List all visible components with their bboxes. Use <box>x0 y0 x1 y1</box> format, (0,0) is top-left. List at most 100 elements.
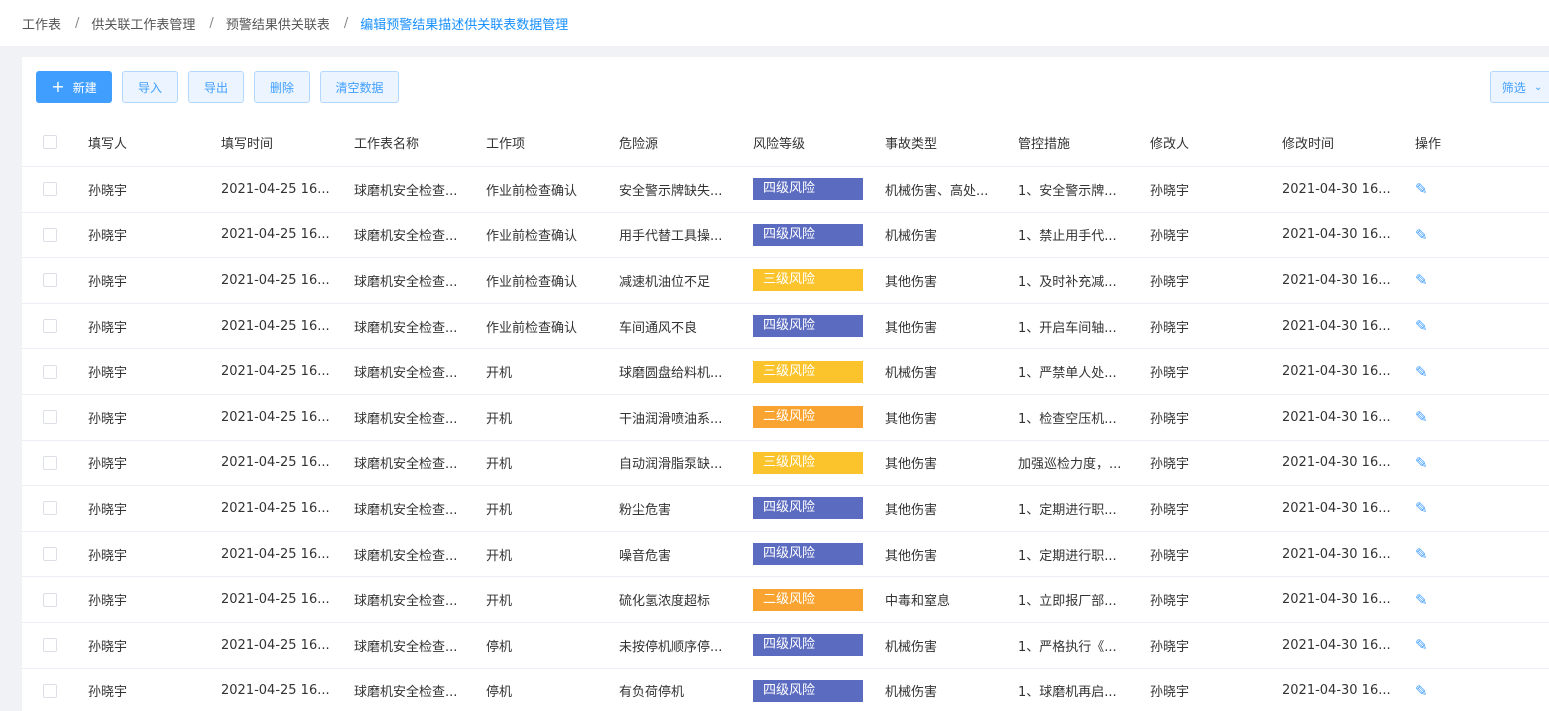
cell-fill-time: 2021-04-25 16... <box>221 455 330 471</box>
risk-level-badge: 四级风险 <box>753 315 863 338</box>
column-header-actions: 操作 <box>1415 136 1442 152</box>
cell-filler: 孙晓宇 <box>88 457 128 473</box>
import-button[interactable]: 导入 <box>122 71 178 103</box>
breadcrumb-separator: / <box>343 15 349 31</box>
table-row: 孙晓宇 2021-04-25 16... 球磨机安全检查... 作业前检查确认 … <box>22 258 1549 304</box>
edit-icon[interactable]: ✎ <box>1415 226 1428 244</box>
main-panel: + 新建 导入 导出 删除 清空数据 筛选 ⌄ 填写人 填写时间 工作表名称 工… <box>22 57 1549 711</box>
cell-work-item: 停机 <box>486 639 513 655</box>
cell-modify-time: 2021-04-30 16... <box>1282 546 1391 562</box>
cell-hazard: 减速机油位不足 <box>619 274 711 290</box>
cell-fill-time: 2021-04-25 16... <box>221 272 330 288</box>
select-all-checkbox[interactable] <box>43 135 57 149</box>
row-checkbox[interactable] <box>43 410 57 425</box>
cell-modify-time: 2021-04-30 16... <box>1282 318 1391 334</box>
cell-sheet-name: 球磨机安全检查... <box>354 685 458 701</box>
cell-modifier: 孙晓宇 <box>1150 685 1190 701</box>
row-checkbox[interactable] <box>43 638 57 653</box>
edit-icon[interactable]: ✎ <box>1415 180 1428 198</box>
edit-icon[interactable]: ✎ <box>1415 591 1428 609</box>
cell-modifier: 孙晓宇 <box>1150 594 1190 610</box>
cell-modify-time: 2021-04-30 16... <box>1282 637 1391 653</box>
cell-sheet-name: 球磨机安全检查... <box>354 366 458 382</box>
table-row: 孙晓宇 2021-04-25 16... 球磨机安全检查... 作业前检查确认 … <box>22 304 1549 350</box>
row-checkbox[interactable] <box>43 364 57 379</box>
delete-button[interactable]: 删除 <box>254 71 310 103</box>
cell-work-item: 开机 <box>486 594 513 610</box>
cell-work-item: 开机 <box>486 366 513 382</box>
edit-icon[interactable]: ✎ <box>1415 454 1428 472</box>
cell-control-measures: 1、及时补充减... <box>1018 274 1117 290</box>
risk-level-badge: 三级风险 <box>753 451 863 474</box>
table-row: 孙晓宇 2021-04-25 16... 球磨机安全检查... 开机 噪音危害 … <box>22 532 1549 578</box>
table-row: 孙晓宇 2021-04-25 16... 球磨机安全检查... 作业前检查确认 … <box>22 213 1549 259</box>
cell-risk-level: 二级风险 <box>753 406 863 429</box>
cell-modify-time: 2021-04-30 16... <box>1282 409 1391 425</box>
cell-sheet-name: 球磨机安全检查... <box>354 502 458 518</box>
cell-control-measures: 1、定期进行职... <box>1018 502 1117 518</box>
row-checkbox[interactable] <box>43 455 57 470</box>
cell-sheet-name: 球磨机安全检查... <box>354 639 458 655</box>
cell-fill-time: 2021-04-25 16... <box>221 227 330 243</box>
breadcrumb-separator: / <box>209 15 214 31</box>
cell-modify-time: 2021-04-30 16... <box>1282 364 1391 380</box>
cell-modifier: 孙晓宇 <box>1150 411 1190 427</box>
clear-data-button[interactable]: 清空数据 <box>320 71 399 103</box>
edit-icon[interactable]: ✎ <box>1415 636 1428 654</box>
cell-filler: 孙晓宇 <box>88 274 128 290</box>
edit-icon[interactable]: ✎ <box>1415 317 1428 335</box>
edit-icon[interactable]: ✎ <box>1415 499 1428 517</box>
cell-risk-level: 四级风险 <box>753 315 863 338</box>
breadcrumb-item-linked-sheet-mgmt[interactable]: 供关联工作表管理 <box>91 14 195 33</box>
table-row: 孙晓宇 2021-04-25 16... 球磨机安全检查... 开机 干油润滑喷… <box>22 395 1549 441</box>
row-checkbox[interactable] <box>43 319 57 334</box>
plus-icon: + <box>51 77 65 96</box>
column-header-accident-type: 事故类型 <box>885 136 938 152</box>
column-header-risk-level: 风险等级 <box>753 136 806 152</box>
cell-control-measures: 1、禁止用手代... <box>1018 229 1117 245</box>
cell-control-measures: 1、安全警示牌... <box>1018 183 1117 199</box>
breadcrumb-item-warning-result[interactable]: 预警结果供关联表 <box>226 14 330 33</box>
filter-button[interactable]: 筛选 ⌄ <box>1490 71 1549 103</box>
cell-control-measures: 1、球磨机再启... <box>1018 685 1117 701</box>
row-checkbox[interactable] <box>43 182 57 197</box>
cell-accident-type: 其他伤害 <box>885 274 938 290</box>
row-checkbox[interactable] <box>43 227 57 242</box>
cell-hazard: 干油润滑喷油系... <box>619 411 723 427</box>
row-checkbox[interactable] <box>43 683 57 698</box>
cell-sheet-name: 球磨机安全检查... <box>354 594 458 610</box>
cell-sheet-name: 球磨机安全检查... <box>354 457 458 473</box>
export-button[interactable]: 导出 <box>188 71 244 103</box>
cell-fill-time: 2021-04-25 16... <box>221 500 330 516</box>
edit-icon[interactable]: ✎ <box>1415 271 1428 289</box>
breadcrumb-item-worksheet[interactable]: 工作表 <box>22 14 61 33</box>
row-checkbox[interactable] <box>43 273 57 288</box>
cell-modify-time: 2021-04-30 16... <box>1282 592 1391 608</box>
row-checkbox[interactable] <box>43 592 57 607</box>
column-header-control-measures: 管控措施 <box>1018 136 1071 152</box>
chevron-down-icon: ⌄ <box>1533 81 1543 93</box>
cell-sheet-name: 球磨机安全检查... <box>354 411 458 427</box>
row-checkbox[interactable] <box>43 547 57 562</box>
column-header-hazard: 危险源 <box>619 136 659 152</box>
edit-icon[interactable]: ✎ <box>1415 682 1428 700</box>
edit-icon[interactable]: ✎ <box>1415 363 1428 381</box>
cell-sheet-name: 球磨机安全检查... <box>354 183 458 199</box>
cell-hazard: 噪音危害 <box>619 548 672 564</box>
cell-filler: 孙晓宇 <box>88 411 128 427</box>
risk-level-badge: 二级风险 <box>753 588 863 611</box>
cell-control-measures: 1、检查空压机... <box>1018 411 1117 427</box>
new-button[interactable]: + 新建 <box>36 71 112 103</box>
edit-icon[interactable]: ✎ <box>1415 545 1428 563</box>
cell-control-measures: 1、严格执行《... <box>1018 639 1117 655</box>
cell-accident-type: 中毒和窒息 <box>885 594 951 610</box>
cell-accident-type: 机械伤害 <box>885 685 938 701</box>
risk-level-badge: 三级风险 <box>753 269 863 292</box>
row-checkbox[interactable] <box>43 501 57 516</box>
table-row: 孙晓宇 2021-04-25 16... 球磨机安全检查... 停机 有负荷停机… <box>22 669 1549 711</box>
cell-modifier: 孙晓宇 <box>1150 366 1190 382</box>
cell-modify-time: 2021-04-30 16... <box>1282 455 1391 471</box>
cell-control-measures: 1、开启车间轴... <box>1018 320 1117 336</box>
column-header-sheet-name: 工作表名称 <box>354 136 420 152</box>
edit-icon[interactable]: ✎ <box>1415 408 1428 426</box>
